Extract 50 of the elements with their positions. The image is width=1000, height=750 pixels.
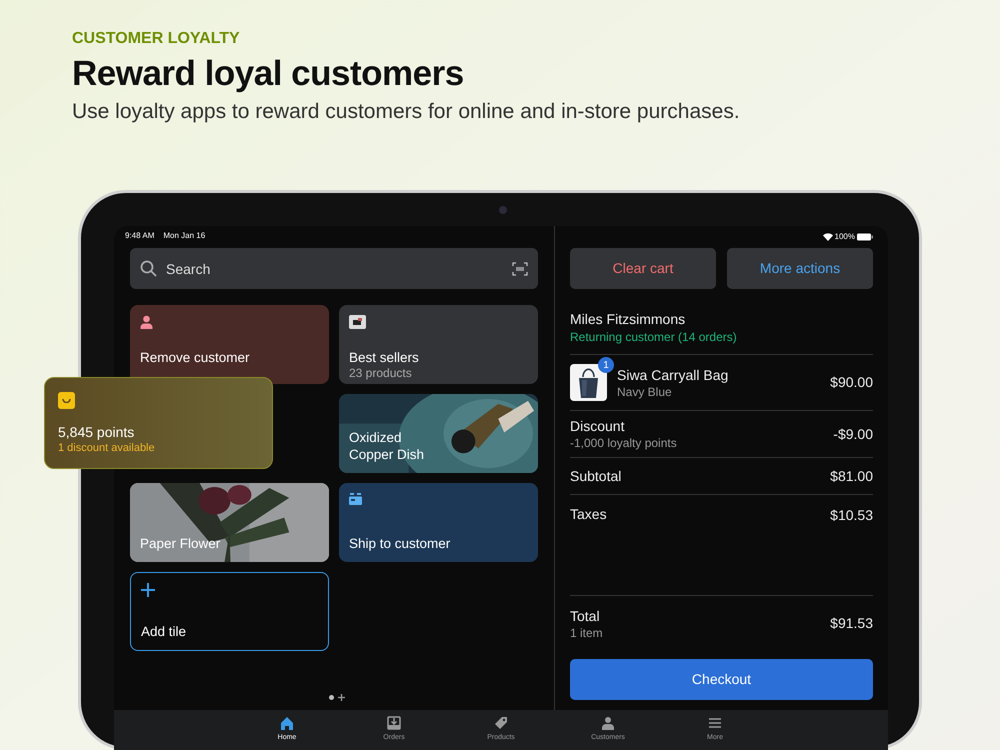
total-label: Total [570, 606, 601, 624]
wifi-icon [822, 233, 833, 241]
discount-info: 1 discount available [58, 441, 156, 456]
summary-amount: -$9.00 [833, 424, 873, 444]
action-tile[interactable]: Add tile [130, 572, 329, 651]
action-tile[interactable]: Remove customer [130, 305, 329, 384]
summary-amount: $81.00 [830, 466, 873, 486]
summary-label: Taxes [570, 505, 608, 523]
total-detail: 1 item [570, 624, 604, 640]
search-icon [140, 260, 157, 277]
status-date: Mon Jan 16 [163, 230, 206, 242]
summary-amount: $10.53 [830, 506, 873, 525]
person-icon [601, 716, 615, 730]
quantity-badge: 1 [598, 357, 614, 373]
home-icon [280, 716, 294, 730]
item-variant: Navy Blue [617, 384, 673, 400]
checkout-button[interactable]: Checkout [570, 659, 873, 700]
add-page-icon[interactable] [338, 694, 345, 701]
plus-icon [141, 583, 155, 597]
summary-label: Subtotal [570, 467, 622, 485]
action-tile[interactable]: Ship to customer [339, 483, 538, 562]
cart-action-button[interactable]: More actions [727, 248, 873, 289]
product-image-icon [349, 315, 366, 329]
item-name: Siwa Carryall Bag [617, 366, 730, 384]
customer-status: Returning customer (14 orders) [570, 329, 738, 346]
barcode-scan-icon[interactable] [512, 262, 528, 276]
product-tile[interactable]: Oxidized Copper Dish [339, 394, 538, 473]
smile-icon [58, 392, 75, 409]
box-icon [349, 493, 362, 505]
tag-icon [494, 716, 508, 730]
status-time: 9:48 AM [125, 230, 154, 242]
inbox-icon [387, 716, 401, 730]
eyebrow-label: CUSTOMER LOYALTY [72, 30, 241, 48]
menu-icon [708, 716, 722, 730]
person-icon [140, 315, 153, 329]
summary-label: Discount [570, 417, 626, 435]
customer-name: Miles Fitzsimmons [570, 310, 686, 328]
action-tile[interactable]: Best sellers 23 products [339, 305, 538, 384]
cart-action-button[interactable]: Clear cart [570, 248, 716, 289]
page-heading: Reward loyal customers [72, 53, 465, 95]
battery-icon [857, 233, 873, 241]
summary-detail: -1,000 loyalty points [570, 435, 678, 451]
search-field[interactable]: Search [130, 248, 538, 289]
product-tile[interactable]: Paper Flower [130, 483, 329, 562]
battery-percentage: 100% [834, 231, 855, 243]
page-subtitle: Use loyalty apps to reward customers for online and in-store purchases. [72, 99, 741, 125]
total-amount: $91.53 [830, 614, 873, 633]
item-price: $90.00 [830, 373, 873, 392]
camera-icon [499, 206, 507, 214]
points-balance: 5,845 points [58, 423, 136, 441]
